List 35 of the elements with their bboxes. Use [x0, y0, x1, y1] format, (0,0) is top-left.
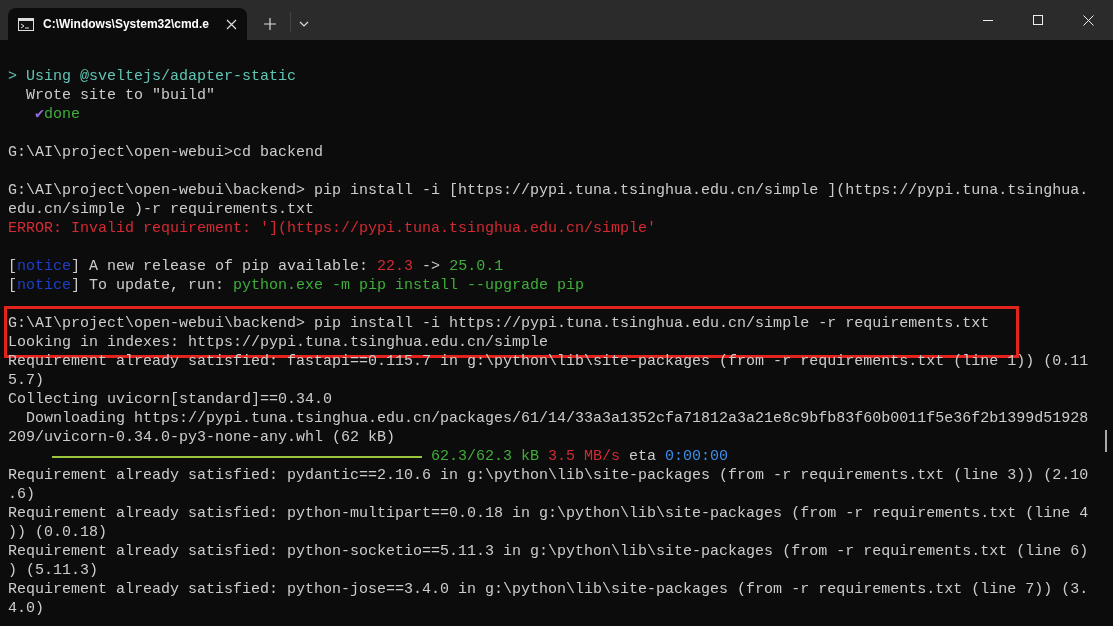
terminal-line: Wrote site to "build": [25, 86, 217, 105]
terminal-line: 5.7): [8, 371, 45, 390]
minimize-icon: [983, 19, 993, 21]
terminal-icon: [18, 17, 34, 31]
terminal-line: G:\AI\project\open-webui\backend> pip install -i [https://pypi.tuna.tsinghua.edu.cn/simple ](https://pypi.tuna.tsinghua.: [8, 181, 1089, 200]
terminal-tab[interactable]: C:\Windows\System32\cmd.e: [8, 8, 247, 40]
terminal-line: G:\AI\project\open-webui\backend> pip install -i https://pypi.tuna.tsinghua.edu.cn/simple -r requirements.txt: [8, 314, 990, 333]
terminal-line: Requirement already satisfied: python-jose==3.4.0 in g:\python\lib\site-packages (from -r requirements.txt (line 7)) (3.: [8, 580, 1089, 599]
close-icon: [1082, 14, 1094, 26]
terminal-line: .6): [8, 485, 36, 504]
scrollbar-thumb[interactable]: [1105, 430, 1107, 452]
caret-icon: [299, 21, 309, 27]
terminal-line: ERROR: Invalid requirement: '](https://pypi.tuna.tsinghua.edu.cn/simple': [8, 219, 658, 238]
terminal-line: 209/uvicorn-0.34.0-py3-none-any.whl (62 kB): [8, 428, 397, 447]
terminal-line: Requirement already satisfied: python-multipart==0.0.18 in g:\python\lib\site-packages (from -r requirements.txt (line 4: [8, 504, 1089, 523]
terminal-line: ✔done: [34, 105, 82, 124]
close-icon[interactable]: [226, 18, 237, 30]
terminal-line: Looking in indexes: https://pypi.tuna.tsinghua.edu.cn/simple: [8, 333, 550, 352]
terminal-line: 4.0): [8, 599, 45, 618]
terminal-line: [notice] To update, run: python.exe -m pip install --upgrade pip: [8, 276, 585, 295]
terminal-line: G:\AI\project\open-webui>cd backend: [8, 143, 324, 162]
terminal-line: edu.cn/simple )-r requirements.txt: [8, 200, 316, 219]
terminal-line: Collecting uvicorn[standard]==0.34.0: [8, 390, 334, 409]
maximize-icon: [1033, 15, 1043, 25]
terminal-line: Requirement already satisfied: fastapi==0.115.7 in g:\python\lib\site-packages (from -r requirements.txt (line 1)) (0.11: [8, 352, 1089, 371]
tab-title: C:\Windows\System32\cmd.e: [43, 17, 210, 31]
terminal-line: > Using @sveltejs/adapter-static: [8, 67, 297, 86]
terminal-line: )) (0.0.18): [8, 523, 109, 542]
progress-stats: 62.3/62.3 kB 3.5 MB/s eta 0:00:00: [431, 447, 729, 466]
terminal-line: ) (5.11.3): [8, 561, 99, 580]
plus-icon: [264, 18, 276, 30]
terminal-line: [notice] A new release of pip available: 22.3 -> 25.0.1: [8, 257, 505, 276]
terminal-line: Downloading https://pypi.tuna.tsinghua.edu.cn/packages/61/14/33a3a1352cfa71812a3a21e8c9bfb83f60b0011f5e36f2b1399d51928: [25, 409, 1089, 428]
terminal-line: Requirement already satisfied: pydantic==2.10.6 in g:\python\lib\site-packages (from -r requirements.txt (line 3)) (2.10: [8, 466, 1089, 485]
terminal-line: Requirement already satisfied: python-socketio==5.11.3 in g:\python\lib\site-packages (from -r requirements.txt (line 6): [8, 542, 1089, 561]
